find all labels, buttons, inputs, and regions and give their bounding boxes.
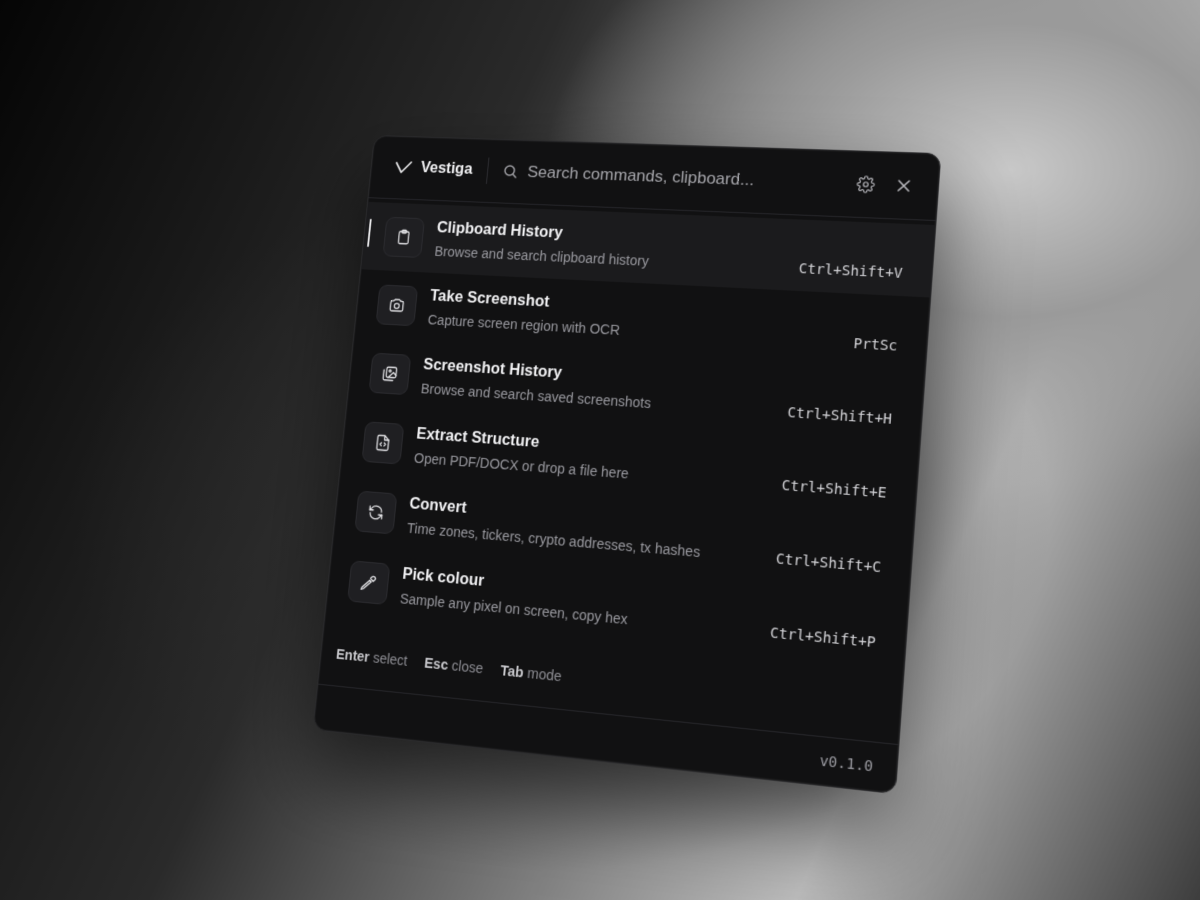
- camera-icon: [375, 284, 419, 327]
- hint-key: Enter: [335, 645, 371, 665]
- images-icon: [368, 352, 412, 396]
- hint-enter: Enter select: [335, 646, 408, 669]
- backdrop: Vestiga Search commands, clipboard... Cl…: [0, 0, 1200, 900]
- command-shortcut: Ctrl+Shift+P: [769, 625, 877, 652]
- search-icon: [502, 164, 518, 180]
- close-icon: [895, 178, 913, 194]
- hint-label: mode: [526, 664, 563, 685]
- settings-button[interactable]: [853, 167, 879, 201]
- hint-tab: Tab mode: [500, 662, 563, 684]
- command-shortcut: Ctrl+Shift+E: [781, 477, 888, 502]
- hint-esc: Esc close: [424, 655, 484, 677]
- file-code-icon: [361, 421, 405, 465]
- command-list: Clipboard History Browse and search clip…: [325, 198, 936, 669]
- version-label: v0.1.0: [818, 752, 874, 776]
- search-input[interactable]: [526, 162, 842, 194]
- brand: Vestiga: [393, 154, 490, 184]
- hint-key: Esc: [423, 654, 449, 673]
- command-shortcut: PrtSc: [852, 336, 898, 355]
- close-button[interactable]: [891, 168, 917, 203]
- eyedropper-icon: [347, 560, 391, 605]
- hint-label: close: [451, 657, 484, 677]
- command-shortcut: Ctrl+Shift+H: [786, 404, 893, 428]
- command-shortcut: Ctrl+Shift+C: [775, 551, 882, 577]
- gear-icon: [856, 175, 876, 193]
- hint-label: select: [372, 649, 409, 669]
- command-palette: Vestiga Search commands, clipboard... Cl…: [312, 134, 942, 795]
- app-name: Vestiga: [420, 159, 474, 178]
- refresh-icon: [354, 490, 398, 535]
- command-shortcut: Ctrl+Shift+V: [798, 261, 904, 282]
- search-bar[interactable]: [502, 162, 842, 194]
- hint-key: Tab: [499, 662, 525, 681]
- clipboard-icon: [382, 216, 425, 258]
- v-check-logo-icon: [394, 160, 412, 176]
